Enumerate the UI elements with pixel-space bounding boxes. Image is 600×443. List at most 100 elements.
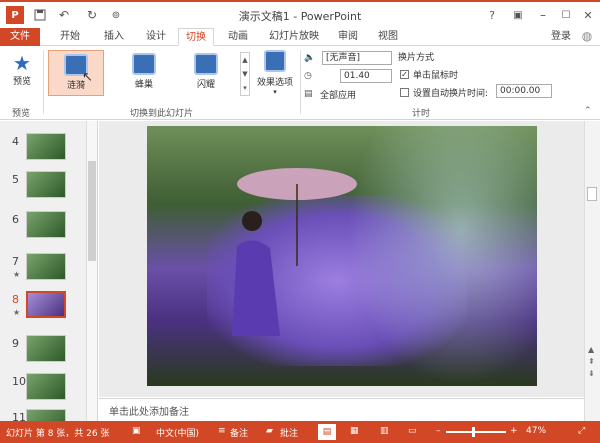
normal-view-icon[interactable]: ▤ <box>318 424 336 440</box>
slide-thumb-image <box>26 253 66 280</box>
slide-number: 6 <box>12 213 19 226</box>
transition-ripple[interactable]: 涟漪 <box>48 50 104 96</box>
slide-thumbnail[interactable]: 11 <box>0 409 86 421</box>
slide-thumbnail[interactable]: 6 <box>0 211 86 243</box>
preview-button[interactable]: ★ 预览 <box>8 52 36 87</box>
zoom-out-icon[interactable]: – <box>436 426 441 436</box>
slide-counter: 幻灯片 第 8 张，共 26 张 <box>6 429 110 439</box>
scroll-up-icon[interactable]: ▲ <box>588 345 594 354</box>
close-icon[interactable]: ✕ <box>580 6 596 24</box>
avatar-icon[interactable]: ◍ <box>578 28 596 46</box>
slide-thumbnail[interactable]: 10 <box>0 373 86 405</box>
sign-in-link[interactable]: 登录 <box>546 28 576 46</box>
zoom-level[interactable]: 47% <box>526 426 546 436</box>
slides-pane: 4 5 6 7 ★ 8 ★ 9 10 11 <box>0 121 98 421</box>
comments-button[interactable]: 批注 <box>280 426 298 439</box>
slide-canvas[interactable] <box>147 126 537 386</box>
tab-design[interactable]: 设计 <box>138 28 174 46</box>
comments-icon: ▰ <box>266 426 273 436</box>
language-indicator[interactable]: 中文(中国) <box>156 426 199 439</box>
gallery-scroll[interactable]: ▲ ▼ ▾ <box>240 52 250 96</box>
slide-sorter-icon[interactable]: ▦ <box>350 426 359 436</box>
transition-glitter[interactable]: 闪耀 <box>178 50 234 96</box>
animation-star-icon: ★ <box>13 308 21 317</box>
vertical-scrollbar[interactable]: ▲ ⇞ ⇟ <box>584 121 600 421</box>
tab-home[interactable]: 开始 <box>52 28 88 46</box>
transition-label: 闪耀 <box>196 80 215 90</box>
transition-label: 涟漪 <box>66 81 85 91</box>
duration-input[interactable]: 01.40 <box>340 69 392 83</box>
collapse-ribbon-icon[interactable]: ⌃ <box>584 106 592 116</box>
notes-icon: ≡ <box>218 426 226 436</box>
honeycomb-icon <box>132 53 156 75</box>
slide-thumbnail[interactable]: 4 <box>0 133 86 165</box>
cursor-icon: ↖ <box>82 70 93 85</box>
tab-view[interactable]: 视图 <box>370 28 406 46</box>
slide-thumb-image <box>26 291 66 318</box>
previous-slide-icon[interactable]: ⇞ <box>588 357 595 366</box>
auto-advance-input[interactable]: 00:00.00 <box>496 84 552 98</box>
checkbox-checked-icon: ✓ <box>400 69 409 79</box>
checkbox-unchecked-icon <box>400 87 409 97</box>
auto-advance-checkbox[interactable]: 设置自动换片时间: <box>400 84 488 100</box>
timing-group-label: 计时 <box>412 109 431 119</box>
slide-number: 10 <box>12 375 26 388</box>
spellcheck-icon[interactable]: ▣ <box>132 426 141 436</box>
slideshow-icon[interactable]: ▭ <box>408 426 417 436</box>
star-icon: ★ <box>13 51 31 75</box>
woman-with-umbrella-image <box>232 168 357 336</box>
transition-honeycomb[interactable]: 蜂巢 <box>116 50 172 96</box>
preview-label: 预览 <box>12 77 31 87</box>
tab-review[interactable]: 审阅 <box>330 28 366 46</box>
ribbon-display-icon[interactable]: ▣ <box>510 6 526 24</box>
apply-all-icon: ▤ <box>304 89 313 99</box>
transition-label: 蜂巢 <box>134 80 153 90</box>
divider <box>300 50 301 114</box>
glitter-icon <box>194 53 218 75</box>
zoom-in-icon[interactable]: + <box>510 426 518 436</box>
duration-row: ◷ 01.40 <box>304 68 392 84</box>
chevron-down-icon: ▾ <box>273 88 277 96</box>
tab-transitions[interactable]: 切换 <box>178 28 214 46</box>
slide-number: 4 <box>12 135 19 148</box>
slide-thumb-image <box>26 171 66 198</box>
tab-animations[interactable]: 动画 <box>220 28 256 46</box>
slide-thumbnail-selected[interactable]: 8 ★ <box>0 291 86 323</box>
effect-options-button[interactable]: 效果选项 ▾ <box>254 50 296 96</box>
ribbon: ★ 预览 预览 涟漪 ↖ 蜂巢 闪耀 ▲ ▼ ▾ 效果选项 ▾ 切换到此幻灯片 🔈 … <box>0 46 600 120</box>
on-click-checkbox[interactable]: ✓ 单击鼠标时 <box>400 66 458 82</box>
zoom-slider[interactable] <box>446 427 506 437</box>
slide-thumbnail[interactable]: 9 <box>0 335 86 367</box>
auto-advance-label: 设置自动换片时间: <box>413 88 489 99</box>
sound-select[interactable]: [无声音] <box>322 51 392 65</box>
on-click-label: 单击鼠标时 <box>413 70 459 81</box>
minimize-icon[interactable]: – <box>535 6 551 24</box>
slide-number: 5 <box>12 173 19 186</box>
ribbon-tab-bar: 文件 开始 插入 设计 切换 动画 幻灯片放映 审阅 视图 登录 ◍ <box>0 28 600 46</box>
notes-button[interactable]: 备注 <box>230 426 248 439</box>
advance-title: 换片方式 <box>398 53 435 63</box>
tab-insert[interactable]: 插入 <box>96 28 132 46</box>
divider <box>43 50 44 114</box>
notes-pane[interactable]: 单击此处添加备注 <box>99 398 584 420</box>
next-slide-icon[interactable]: ⇟ <box>588 369 595 378</box>
tab-file[interactable]: 文件 <box>0 28 40 46</box>
slides-scrollbar[interactable] <box>86 121 97 421</box>
zoom-thumb[interactable] <box>472 427 475 437</box>
slide-number: 8 <box>12 293 19 306</box>
slide-thumbnail[interactable]: 7 ★ <box>0 253 86 285</box>
fit-slide-icon[interactable]: ⤢ <box>578 426 585 436</box>
scroll-thumb[interactable] <box>587 187 597 201</box>
tab-slideshow[interactable]: 幻灯片放映 <box>262 28 326 46</box>
maximize-icon[interactable]: ☐ <box>558 6 574 24</box>
animation-star-icon: ★ <box>13 270 21 279</box>
effect-options-icon <box>264 50 286 72</box>
help-button[interactable]: ? <box>485 6 499 24</box>
apply-all-button[interactable]: ▤ 全部应用 <box>304 86 356 102</box>
sound-row: 🔈 [无声音] <box>304 50 392 66</box>
slide-number: 7 <box>12 255 19 268</box>
reading-view-icon[interactable]: ▥ <box>380 426 389 436</box>
notes-placeholder: 单击此处添加备注 <box>109 407 189 418</box>
scroll-thumb[interactable] <box>88 161 96 261</box>
slide-thumbnail[interactable]: 5 <box>0 171 86 203</box>
